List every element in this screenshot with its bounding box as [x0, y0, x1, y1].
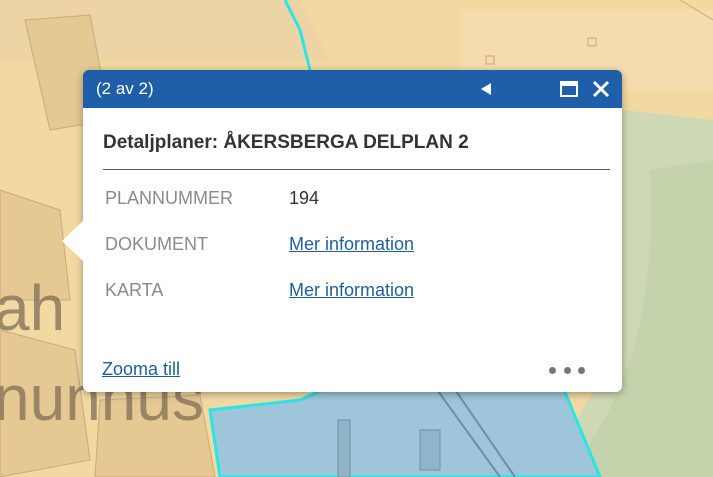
map-building [337, 419, 351, 477]
triangle-left-icon [481, 83, 491, 95]
more-options-button[interactable] [549, 360, 585, 380]
popup-pointer [62, 220, 84, 262]
close-icon [592, 80, 610, 98]
more-dots-icon [549, 366, 556, 374]
previous-feature-button[interactable] [473, 76, 499, 102]
feature-popup: (2 av 2) Detaljplaner: ÅKERSBERGA DELPLA… [62, 70, 622, 392]
karta-link[interactable]: Mer information [289, 280, 414, 300]
map-place-label: ah [0, 272, 65, 344]
more-dots-icon [563, 366, 571, 374]
divider [103, 169, 610, 170]
close-button[interactable] [588, 76, 614, 102]
attribute-table: PLANNUMMER 194 DOKUMENT Mer information … [105, 188, 414, 326]
attribute-row: DOKUMENT Mer information [105, 234, 414, 280]
popup-title: Detaljplaner: ÅKERSBERGA DELPLAN 2 [103, 132, 469, 153]
maximize-button[interactable] [556, 76, 582, 102]
dokument-link[interactable]: Mer information [289, 234, 414, 254]
maximize-icon [560, 81, 578, 97]
attribute-name: PLANNUMMER [105, 188, 234, 208]
map-building [419, 429, 441, 471]
attribute-row: PLANNUMMER 194 [105, 188, 414, 234]
attribute-value: 194 [289, 188, 320, 208]
attribute-value-cell: Mer information [289, 280, 414, 326]
more-dots-icon [578, 366, 585, 374]
zoom-to-link[interactable]: Zooma till [102, 359, 180, 380]
attribute-row: KARTA Mer information [105, 280, 414, 326]
attribute-name: DOKUMENT [105, 234, 208, 254]
popup-header: (2 av 2) [83, 70, 622, 108]
attribute-name: KARTA [105, 280, 164, 300]
popup-counter: (2 av 2) [96, 79, 154, 98]
attribute-value-cell: Mer information [289, 234, 414, 280]
